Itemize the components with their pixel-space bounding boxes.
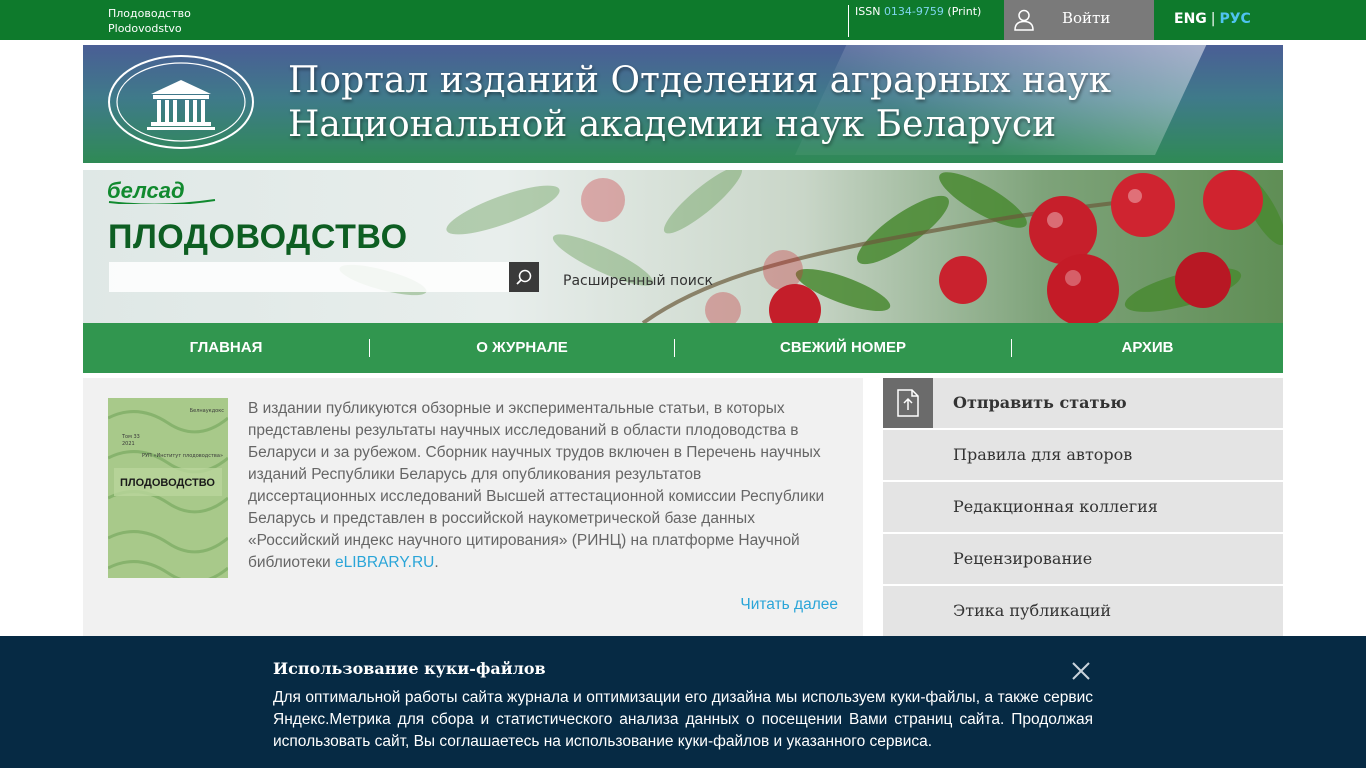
nav-item-home[interactable]: ГЛАВНАЯ: [83, 323, 369, 373]
journal-header: белсад ПЛОДОВОДСТВО Расширенный поиск: [83, 170, 1283, 323]
cookie-banner: Использование куки-файлов Для оптимально…: [0, 636, 1366, 768]
sidebar-label: Редакционная коллегия: [953, 497, 1158, 516]
sidebar-label: Отправить статью: [953, 393, 1127, 412]
nav-home-label: ГЛАВНАЯ: [189, 339, 263, 356]
sidebar-label: Правила для авторов: [953, 445, 1133, 464]
portal-title-line2: Национальной академии наук Беларуси: [288, 104, 1057, 145]
sidebar-item-author-rules[interactable]: Правила для авторов: [883, 430, 1283, 480]
advanced-search-link[interactable]: Расширенный поиск: [563, 273, 713, 289]
cover-volume-year: 2021: [122, 441, 135, 447]
user-icon: [1014, 9, 1034, 31]
journal-name-ru: Плодоводство: [108, 7, 191, 20]
sidebar-label: Этика публикаций: [953, 601, 1112, 620]
issn-type: (Print): [947, 5, 982, 18]
portal-title-line1: Портал изданий Отделения аграрных наук: [288, 60, 1112, 101]
cover-institute: РУП «Институт плодоводства»: [142, 453, 223, 459]
journal-names: Плодоводство Plodovodstvo: [108, 6, 191, 36]
top-bar: Плодоводство Plodovodstvo ISSN 0134-9759…: [0, 0, 1366, 40]
search-icon: [516, 269, 532, 285]
belsad-logo[interactable]: белсад: [107, 178, 217, 204]
read-more-link[interactable]: Читать далее: [740, 596, 838, 614]
portal-banner: Портал изданий Отделения аграрных наук Н…: [83, 45, 1283, 163]
nav-item-current-issue[interactable]: СВЕЖИЙ НОМЕР: [675, 323, 1011, 373]
cover-publisher: Белнаукдокс: [189, 408, 224, 414]
svg-text:белсад: белсад: [107, 178, 185, 203]
sidebar-item-editorial-board[interactable]: Редакционная коллегия: [883, 482, 1283, 532]
sidebar-item-submit-article[interactable]: Отправить статью: [883, 378, 1283, 428]
nav-current-issue-label: СВЕЖИЙ НОМЕР: [780, 339, 906, 356]
nav-about-label: О ЖУРНАЛЕ: [476, 339, 568, 356]
elibrary-link[interactable]: eLIBRARY.RU: [335, 554, 434, 571]
nav-archive-label: АРХИВ: [1121, 339, 1174, 356]
close-icon[interactable]: [1071, 661, 1091, 681]
lang-ru-link[interactable]: РУС: [1220, 11, 1251, 27]
about-description: В издании публикуются обзорные и экспери…: [248, 400, 825, 571]
lang-en-link[interactable]: ENG: [1174, 11, 1207, 27]
about-text: В издании публикуются обзорные и экспери…: [248, 398, 828, 574]
nav-item-about[interactable]: О ЖУРНАЛЕ: [370, 323, 674, 373]
cookie-title: Использование куки-файлов: [273, 659, 546, 678]
sidebar-label: Рецензирование: [953, 549, 1093, 568]
cover-volume-number: Том 33: [122, 434, 140, 440]
issn-number[interactable]: 0134-9759: [884, 5, 944, 18]
about-section: Белнаукдокс Том 33 2021 РУП «Институт пл…: [83, 378, 863, 636]
search-button[interactable]: [509, 262, 539, 292]
journal-name-lat: Plodovodstvo: [108, 22, 182, 35]
language-switcher: ENG | РУС: [1174, 11, 1251, 27]
issn-label: ISSN: [855, 5, 881, 18]
nav-item-archive[interactable]: АРХИВ: [1012, 323, 1283, 373]
cover-volume: Том 33 2021: [122, 434, 140, 448]
sidebar-item-peer-review[interactable]: Рецензирование: [883, 534, 1283, 584]
about-text-end: .: [434, 554, 439, 571]
login-button[interactable]: Войти: [1004, 0, 1154, 40]
journal-title[interactable]: ПЛОДОВОДСТВО: [108, 218, 408, 257]
lang-separator: |: [1210, 11, 1216, 27]
sidebar-item-publication-ethics[interactable]: Этика публикаций: [883, 586, 1283, 636]
cookie-text: Для оптимальной работы сайта журнала и о…: [273, 689, 1093, 750]
issn-info: ISSN 0134-9759 (Print): [848, 5, 981, 37]
main-nav: ГЛАВНАЯ О ЖУРНАЛЕ СВЕЖИЙ НОМЕР АРХИВ: [83, 323, 1283, 373]
portal-title: Портал изданий Отделения аграрных наук Н…: [288, 59, 1111, 147]
search-input[interactable]: [109, 262, 509, 292]
submit-document-icon: [883, 378, 933, 428]
journal-cover-image[interactable]: Белнаукдокс Том 33 2021 РУП «Институт пл…: [108, 398, 228, 578]
login-label: Войти: [1062, 9, 1111, 27]
academy-emblem-icon[interactable]: [107, 54, 255, 150]
cover-title: ПЛОДОВОДСТВО: [120, 477, 215, 489]
